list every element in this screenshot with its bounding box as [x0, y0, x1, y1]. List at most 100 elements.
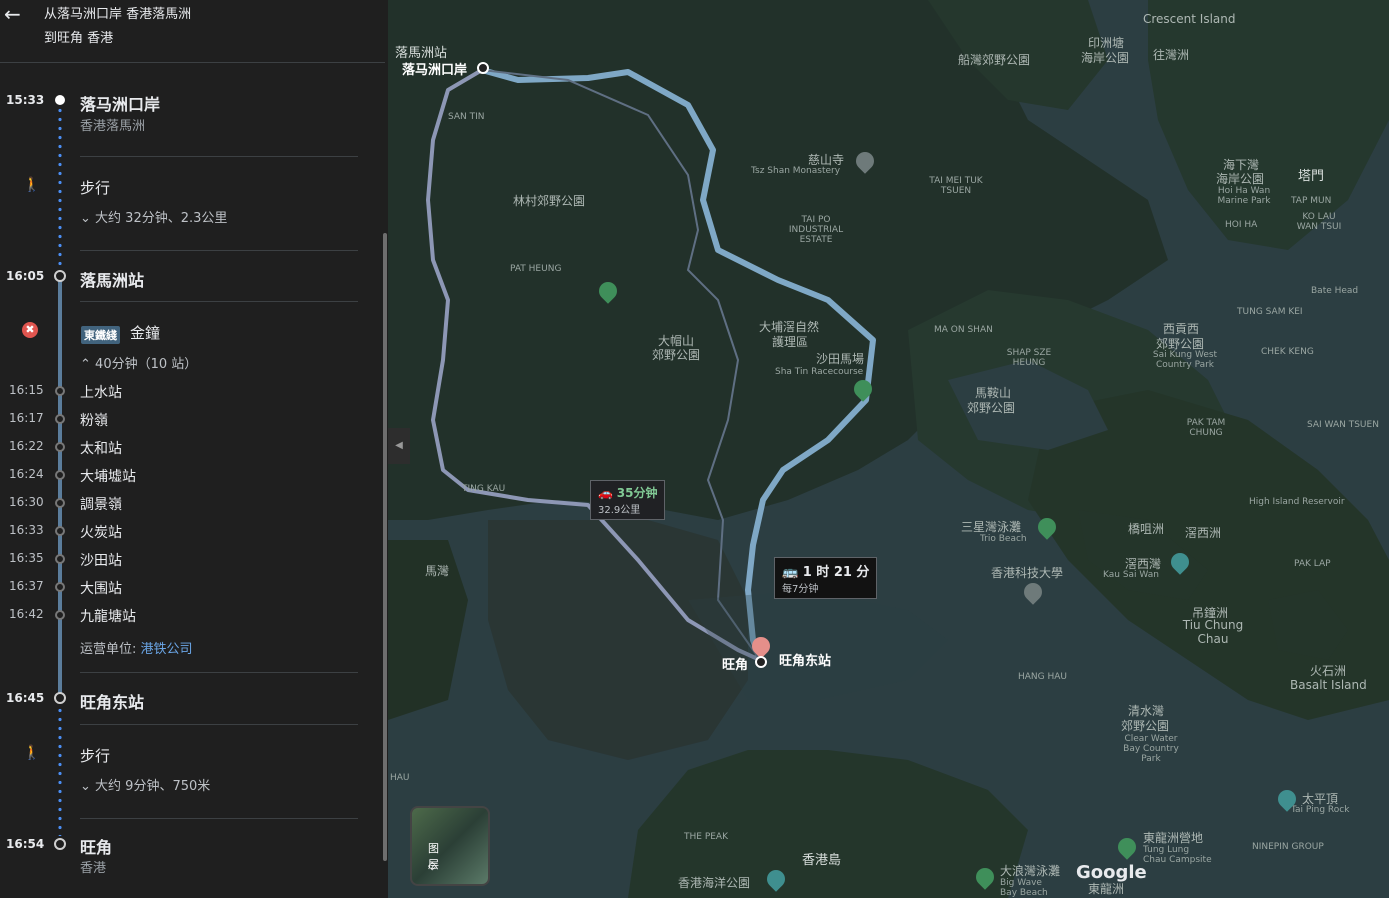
mtr-icon: ✖ — [22, 322, 38, 338]
layers-button[interactable]: ◇ 图层 — [410, 806, 490, 886]
car-route-callout[interactable]: 🚗 35分钟 32.9公里 — [590, 480, 666, 520]
origin-marker — [477, 62, 489, 74]
label-tung-sam: TUNG SAM KEI — [1237, 307, 1303, 317]
divider — [80, 250, 358, 251]
chevron-up-icon: ⌃ — [80, 357, 91, 372]
end-marker — [54, 838, 66, 850]
label-kiu-tsui: 橋咀洲 — [1128, 522, 1165, 536]
label-racecourse: 沙田馬場 — [816, 352, 865, 366]
walk2-detail: 大约 9分钟、750米 — [95, 779, 211, 794]
destination-marker — [755, 656, 767, 668]
layers-label: 图层 — [428, 842, 439, 871]
label-ninepin: NINEPIN GROUP — [1252, 842, 1324, 852]
label-bate: Bate Head — [1311, 286, 1359, 296]
label-tung-lung: 東龍洲營地 — [1143, 831, 1204, 845]
map-canvas[interactable]: Crescent Island 落馬洲站 落马洲口岸 船灣郊野公園 印洲塘 海岸… — [388, 0, 1389, 898]
stop-time: 16:17 — [9, 411, 44, 425]
label-tai-po-ie: TAI PO INDUSTRIAL ESTATE — [788, 215, 844, 245]
label-hoi-ha2: 海岸公園 — [1216, 172, 1265, 186]
train-stops-toggle[interactable]: ⌃ 40分钟（10 站） — [80, 353, 197, 372]
google-logo: Google — [1076, 862, 1147, 883]
label-ship-park: 船灣郊野公園 — [958, 53, 1031, 67]
stop-marker — [55, 386, 65, 396]
walk-icon: 🚶 — [23, 745, 41, 761]
label-lmc-port: 落马洲口岸 — [402, 63, 468, 78]
stop-name: 調景嶺 — [80, 497, 122, 513]
label-tung-lung-en: Tung Lung Chau Campsite — [1143, 845, 1212, 865]
train-detail: 40分钟（10 站） — [95, 357, 198, 372]
stop-marker — [55, 414, 65, 424]
stop-time: 16:15 — [9, 383, 44, 397]
divider — [80, 724, 358, 725]
directions-panel: ← 从落马洲口岸 香港落馬洲 到旺角 香港 15:33 落马洲口岸 香港落馬洲 … — [0, 0, 388, 898]
divider — [80, 301, 358, 302]
map-terrain — [388, 0, 1389, 898]
transit-route-callout[interactable]: 🚌 1 时 21 分 每7分钟 — [774, 557, 878, 599]
walk1-label: 步行 — [80, 179, 111, 197]
station1-time: 16:05 — [6, 269, 45, 283]
transit-duration: 1 时 21 分 — [802, 565, 870, 580]
start-name[interactable]: 落马洲口岸 — [80, 91, 160, 115]
label-sai-kung-w-en: Sai Kung West Country Park — [1152, 350, 1218, 370]
to-line: 到旺角 香港 — [44, 27, 113, 46]
start-time: 15:33 — [6, 93, 45, 107]
walk2-toggle[interactable]: ⌄ 大约 9分钟、750米 — [80, 775, 210, 794]
stop-name: 粉嶺 — [80, 413, 108, 429]
label-tsz-shan-en: Tsz Shan Monastery — [751, 166, 841, 176]
label-mongkok: 旺角 — [722, 658, 749, 673]
start-marker — [55, 95, 65, 105]
label-the-peak: THE PEAK — [684, 832, 728, 842]
walk1-toggle[interactable]: ⌄ 大约 32分钟、2.3公里 — [80, 207, 227, 226]
label-tiu-chung-en: Tiu Chung Chau — [1182, 618, 1244, 646]
directions-header: ← 从落马洲口岸 香港落馬洲 到旺角 香港 — [0, 0, 385, 63]
label-chek-keng: CHEK KENG — [1261, 347, 1314, 357]
label-tai-po-kau2: 護理區 — [772, 335, 809, 349]
label-tai-ping-en: Tai Ping Rock — [1291, 805, 1350, 815]
end-name[interactable]: 旺角 — [80, 834, 112, 858]
label-hang-hau: HANG HAU — [1018, 672, 1068, 682]
divider — [80, 672, 358, 673]
end-time: 16:54 — [6, 837, 45, 851]
chevron-down-icon: ⌄ — [80, 211, 91, 226]
stop-marker — [55, 442, 65, 452]
back-arrow-icon[interactable]: ← — [4, 4, 24, 24]
train-direction: 金鐘 — [130, 324, 161, 342]
label-lamtsuen: 林村郊野公園 — [513, 194, 586, 208]
label-tai-mo2: 郊野公園 — [652, 348, 701, 362]
from-line: 从落马洲口岸 香港落馬洲 — [44, 3, 191, 22]
label-ting-kau: TING KAU — [462, 484, 506, 494]
label-tap-mun: 塔門 — [1298, 169, 1325, 184]
label-pak-lap: PAK LAP — [1294, 559, 1331, 569]
label-sai-wan: SAI WAN TSUEN — [1307, 420, 1379, 430]
label-mk-east: 旺角东站 — [779, 654, 832, 669]
stop-marker — [55, 526, 65, 536]
stop-marker — [55, 582, 65, 592]
stop-name: 火炭站 — [80, 525, 122, 541]
label-ma-on-shan-park2: 郊野公園 — [967, 401, 1016, 415]
stop-time: 16:30 — [9, 495, 44, 509]
stop-time: 16:37 — [9, 579, 44, 593]
station2-name[interactable]: 旺角东站 — [80, 689, 144, 713]
line-badge: 東鐵綫 — [81, 326, 120, 344]
panel-scrollbar[interactable] — [383, 233, 387, 861]
station1-marker — [54, 270, 66, 282]
label-hkust: 香港科技大學 — [991, 566, 1064, 580]
to-prefix: 到 — [44, 31, 58, 46]
label-ko-lau: KO LAU WAN TSUI — [1296, 212, 1342, 232]
divider — [80, 818, 358, 819]
stop-name: 大围站 — [80, 581, 122, 597]
collapse-panel-button[interactable]: ◀ — [388, 428, 410, 464]
stop-marker — [55, 554, 65, 564]
station1-name[interactable]: 落馬洲站 — [80, 267, 144, 291]
transit-freq: 每7分钟 — [782, 584, 819, 595]
label-hk-island: 香港島 — [802, 853, 842, 868]
stop-marker — [55, 498, 65, 508]
walk2-label: 步行 — [80, 747, 111, 765]
to-place: 旺角 香港 — [57, 31, 114, 46]
label-high-island: High Island Reservoir — [1249, 497, 1345, 507]
label-san-tin: SAN TIN — [448, 112, 485, 122]
from-place: 落马洲口岸 香港落馬洲 — [57, 7, 192, 22]
label-pak-tam: PAK TAM CHUNG — [1186, 418, 1226, 438]
operator-link[interactable]: 港铁公司 — [141, 642, 193, 657]
train-rail — [58, 280, 62, 694]
